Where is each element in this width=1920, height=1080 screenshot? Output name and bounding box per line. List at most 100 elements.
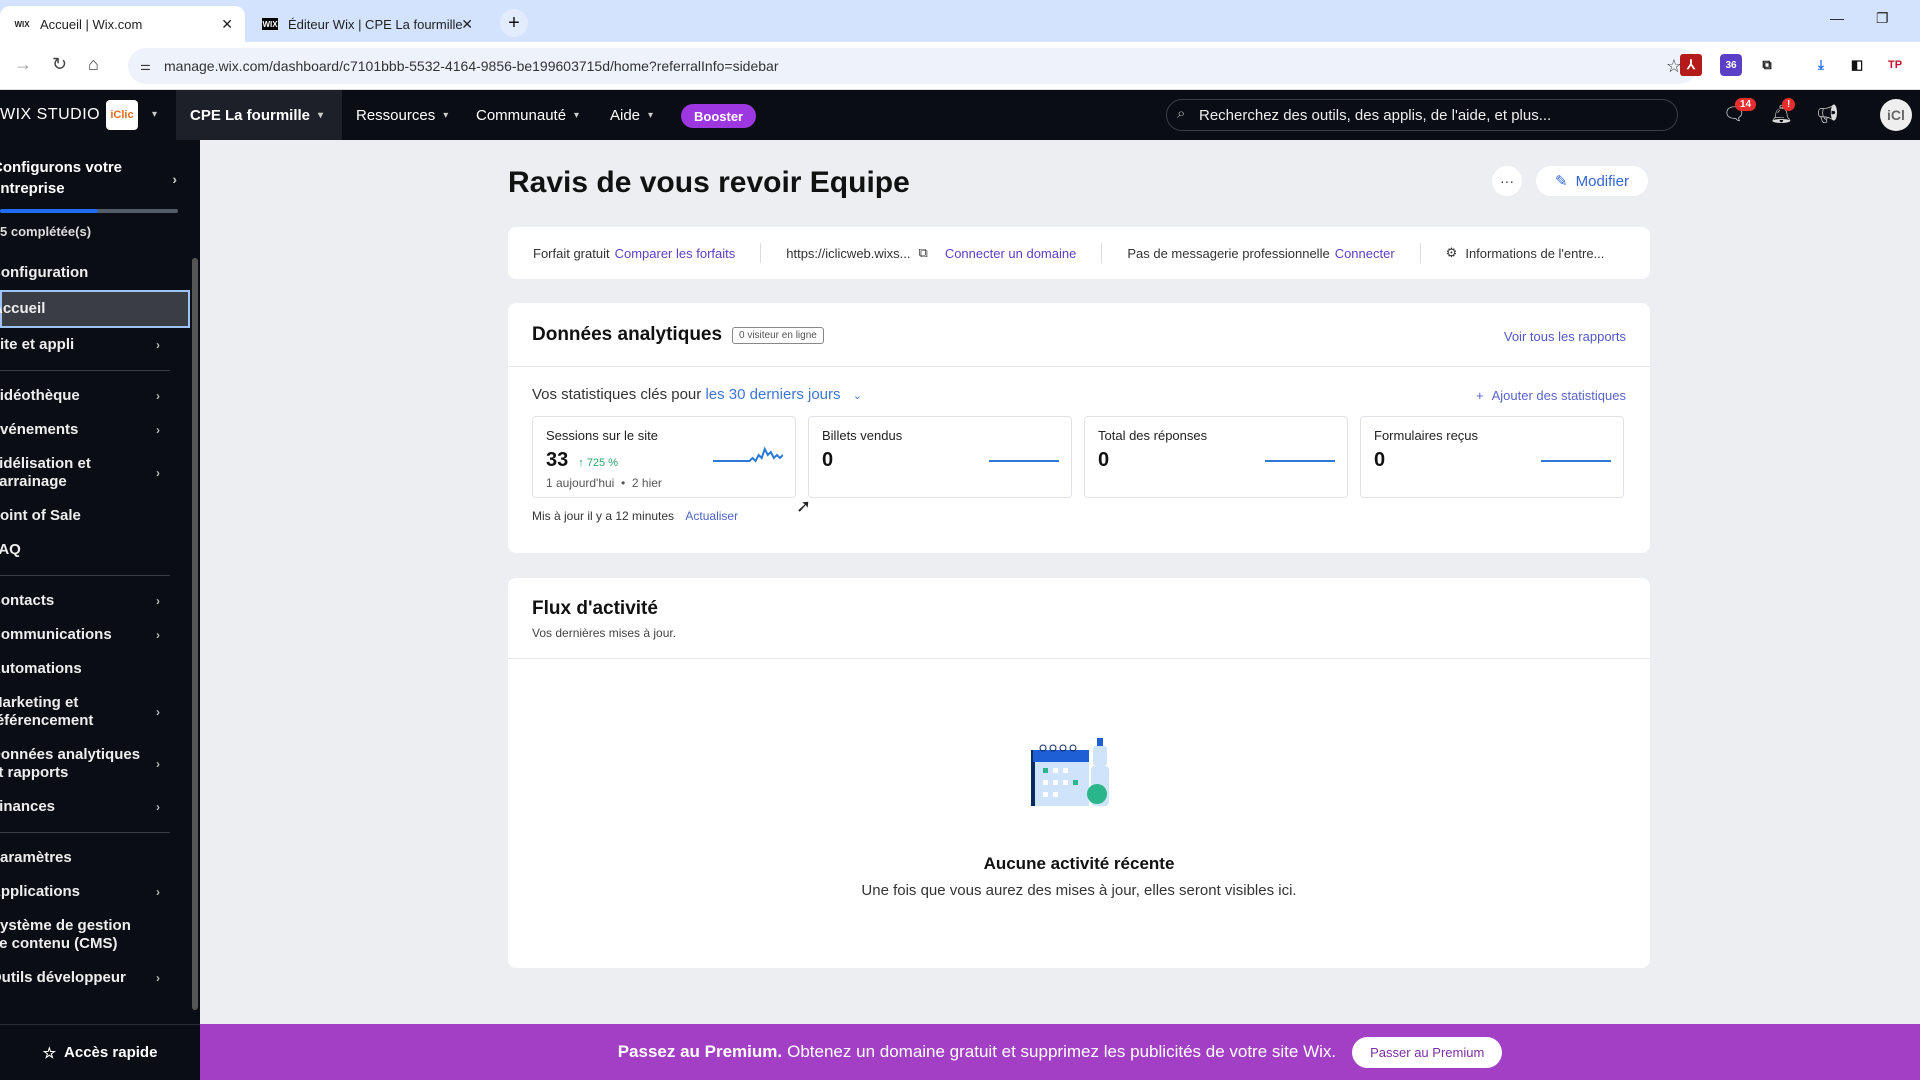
add-stats-button[interactable]: + Ajouter des statistiques (1476, 388, 1626, 403)
setup-title: Configurons votre entreprise (0, 159, 122, 197)
nav-aide[interactable]: Aide ▾ (610, 90, 653, 140)
home-icon[interactable]: ⌂ (88, 54, 99, 75)
sidebar-item[interactable]: FAQ (0, 533, 190, 567)
connect-mail-link[interactable]: Connecter (1335, 246, 1395, 261)
reload-icon[interactable]: ↻ (52, 54, 67, 75)
sidebar-item-label: Vidéothèque (0, 387, 80, 404)
kpi-card-sessions[interactable]: Sessions sur le site 33 ↑ 725 % 1 aujourd… (532, 416, 796, 498)
avatar[interactable]: iCl (1880, 99, 1912, 131)
site-name: CPE La fourmille (190, 106, 311, 124)
sidebar-item[interactable]: Vidéothèque › (0, 379, 190, 413)
notifications-bell-icon[interactable]: 🔔︎! (1770, 98, 1796, 125)
plan-segment: Forfait gratuit Comparer les forfaits (508, 243, 762, 263)
sidebar-item-label: Automations (0, 660, 82, 677)
site-info-icon[interactable]: ⚌ (140, 59, 151, 73)
sidebar-item[interactable]: Site et appli › (0, 328, 190, 362)
sidebar-item[interactable]: Configuration (0, 256, 190, 290)
compare-plans-link[interactable]: Comparer les forfaits (615, 246, 736, 261)
upgrade-premium-button[interactable]: Passer au Premium (1352, 1036, 1503, 1068)
arrow-up-icon: ↑ (578, 457, 587, 469)
sidebar-divider (0, 370, 170, 371)
site-info-bar: Forfait gratuit Comparer les forfaits ht… (508, 227, 1650, 279)
period-dropdown[interactable]: les 30 derniers jours ⌄ (705, 386, 861, 403)
tab-editeur[interactable]: WIX Éditeur Wix | CPE La fourmille ✕ (250, 6, 485, 42)
sidebar-item[interactable]: Automations (0, 652, 190, 686)
url-input[interactable]: ⚌ manage.wix.com/dashboard/c7101bbb-5532… (128, 48, 1698, 84)
pdf-extension-icon[interactable]: ⅄ (1680, 54, 1702, 76)
sidebar-item[interactable]: Accueil (0, 290, 190, 328)
sidebar-item[interactable]: Fidélisation et parrainage › (0, 447, 190, 499)
search-placeholder: Recherchez des outils, des applis, de l'… (1199, 106, 1552, 124)
sidebar-item[interactable]: Finances › (0, 790, 190, 824)
sidebar-item-label: Outils développeur (0, 969, 126, 986)
premium-banner-bold: Passez au Premium. (617, 1042, 783, 1061)
sidebar-item[interactable]: Outils développeur › (0, 961, 190, 995)
site-logo[interactable]: iClic (106, 100, 138, 130)
nav-label: Ressources (356, 106, 436, 124)
analytics-card: Données analytiques 0 visiteur en ligne … (508, 303, 1650, 553)
messages-icon[interactable]: 🗨 14 (1723, 98, 1757, 125)
site-url[interactable]: https://iclicweb.wixs... (786, 246, 910, 261)
chevron-right-icon: › (156, 800, 160, 814)
kpi-card-forms[interactable]: Formulaires reçus 0 (1360, 416, 1624, 498)
site-selector[interactable]: CPE La fourmille ▾ (176, 90, 342, 140)
sidebar-item-label: Finances (0, 798, 56, 815)
tp-extension-icon[interactable]: TP (1884, 54, 1906, 76)
download-icon[interactable]: ⤓ (1810, 54, 1832, 76)
kpi-card-responses[interactable]: Total des réponses 0 (1084, 416, 1348, 498)
extensions-puzzle-icon[interactable]: ⧉ (1756, 54, 1778, 76)
business-info-link[interactable]: Informations de l'entre... (1465, 246, 1604, 261)
new-tab-button[interactable]: + (500, 9, 528, 37)
chevron-right-icon: › (156, 594, 160, 608)
pencil-icon: ✎ (1555, 173, 1568, 190)
sidebar-item[interactable]: Marketing et référencement › (0, 686, 190, 738)
business-info-segment[interactable]: ⚙ Informations de l'entre... (1421, 243, 1630, 263)
sidebar-item[interactable]: Événements › (0, 413, 190, 447)
sidebar-item[interactable]: Contacts › (0, 584, 190, 618)
wix-favicon-icon: WIX (14, 19, 30, 29)
browser-tab-strip: WIX Accueil | Wix.com ✕ WIX Éditeur Wix … (0, 0, 1920, 42)
sidebar-item[interactable]: Paramètres (0, 841, 190, 875)
minimize-icon[interactable]: — (1830, 10, 1844, 26)
nav-communaute[interactable]: Communauté ▾ (476, 90, 579, 140)
more-actions-button[interactable]: ··· (1492, 166, 1522, 196)
quick-access-button[interactable]: ☆ Accès rapide (0, 1024, 200, 1080)
sidebar-item-label: Paramètres (0, 849, 72, 866)
chevron-right-icon: › (156, 389, 160, 403)
tab-accueil[interactable]: WIX Accueil | Wix.com ✕ (0, 6, 245, 42)
wix-studio-logo[interactable]: WIX STUDIO (0, 106, 100, 124)
kpi-card-tickets[interactable]: Billets vendus 0 (808, 416, 1072, 498)
sidebar-scrollbar[interactable] (192, 258, 198, 1010)
side-panel-icon[interactable]: ◧ (1846, 54, 1868, 76)
online-visitors-badge: 0 visiteur en ligne (732, 327, 824, 344)
see-all-reports-link[interactable]: Voir tous les rapports (1504, 329, 1626, 344)
external-link-icon[interactable]: ⧉ (919, 245, 928, 261)
announcements-megaphone-icon[interactable]: 📢︎ (1816, 104, 1839, 125)
sidebar-item-label: Marketing et référencement (0, 694, 94, 729)
sidebar-item[interactable]: Système de gestion de contenu (CMS) (0, 909, 190, 961)
setup-checklist-link[interactable]: Configurons votre entreprise › (0, 157, 180, 199)
sidebar-item-label: FAQ (0, 541, 21, 558)
chevron-down-icon[interactable]: ▾ (152, 109, 157, 120)
sidebar-item[interactable]: Communications › (0, 618, 190, 652)
address-bar-row: → ↻ ⌂ ⚌ manage.wix.com/dashboard/c7101bb… (0, 42, 1920, 90)
sidebar-item[interactable]: Point of Sale (0, 499, 190, 533)
updated-line: Mis à jour il y a 12 minutes Actualiser (532, 509, 738, 523)
edit-site-button[interactable]: ✎ Modifier (1536, 166, 1648, 196)
nav-ressources[interactable]: Ressources ▾ (356, 90, 448, 140)
booster-button[interactable]: Booster (681, 104, 757, 128)
domain-segment: https://iclicweb.wixs... ⧉ Connecter un … (761, 243, 1103, 263)
extension-badge-icon[interactable]: 36 (1720, 54, 1742, 76)
search-input[interactable]: ⌕ Recherchez des outils, des applis, de … (1166, 99, 1678, 131)
sidebar-item[interactable]: Applications › (0, 875, 190, 909)
refresh-link[interactable]: Actualiser (685, 509, 738, 523)
close-tab-icon[interactable]: ✕ (461, 16, 473, 33)
restore-icon[interactable]: ❐ (1876, 10, 1889, 27)
forward-icon[interactable]: → (14, 54, 32, 75)
wix-top-bar: WIX STUDIO iClic ▾ CPE La fourmille ▾ Res… (0, 90, 1920, 140)
sidebar-item[interactable]: Données analytiques et rapports › (0, 738, 190, 790)
connect-domain-link[interactable]: Connecter un domaine (945, 246, 1077, 261)
analytics-title: Données analytiques (532, 324, 723, 345)
close-tab-icon[interactable]: ✕ (221, 16, 233, 33)
completed-count: 5 complétée(s) (0, 224, 92, 239)
